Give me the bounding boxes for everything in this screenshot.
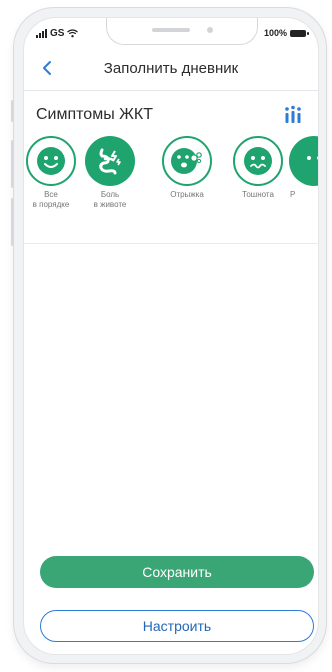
symptom-label: Р	[290, 190, 296, 199]
phone-side-button	[11, 140, 14, 188]
header-divider	[24, 90, 318, 91]
smile-face-icon	[26, 136, 76, 186]
wifi-icon	[67, 29, 79, 38]
symptom-burp[interactable]: Отрыжка	[157, 136, 217, 200]
nausea-face-icon	[233, 136, 283, 186]
top-bar: Заполнить дневник	[24, 54, 318, 84]
symptom-label: Все в порядке	[32, 190, 70, 209]
status-bar-right: 100%	[263, 28, 309, 38]
app-screen: GS 100% Заполнить дневник Симптомы ЖКТ В…	[24, 18, 318, 654]
configure-button[interactable]: Настроить	[40, 610, 314, 642]
bar-chart-icon[interactable]	[283, 105, 303, 125]
phone-side-button	[11, 100, 14, 122]
battery-icon	[290, 29, 309, 37]
burp-face-icon	[162, 136, 212, 186]
front-camera	[207, 27, 213, 33]
intestine-pain-icon	[85, 136, 135, 186]
status-bar-left: GS	[36, 28, 79, 39]
symptom-partial[interactable]: Р	[284, 136, 318, 200]
symptom-nausea[interactable]: Тошнота	[228, 136, 288, 200]
face-icon	[289, 136, 318, 186]
speaker-grille	[152, 28, 190, 32]
symptom-label: Отрыжка	[170, 190, 204, 199]
save-button[interactable]: Сохранить	[40, 556, 314, 588]
symptom-label: Тошнота	[242, 190, 274, 199]
page-title: Заполнить дневник	[103, 60, 239, 77]
signal-icon	[36, 29, 47, 38]
phone-side-button	[11, 198, 14, 246]
phone-notch	[106, 18, 258, 45]
symptom-all-good[interactable]: Все в порядке	[24, 136, 81, 210]
section-title: Симптомы ЖКТ	[36, 106, 154, 123]
carrier-name: GS	[50, 28, 65, 39]
symptom-stomach-pain[interactable]: Боль в животе	[80, 136, 140, 210]
battery-percent: 100%	[263, 28, 287, 38]
symptom-label: Боль в животе	[93, 190, 127, 209]
section-divider	[24, 243, 318, 244]
